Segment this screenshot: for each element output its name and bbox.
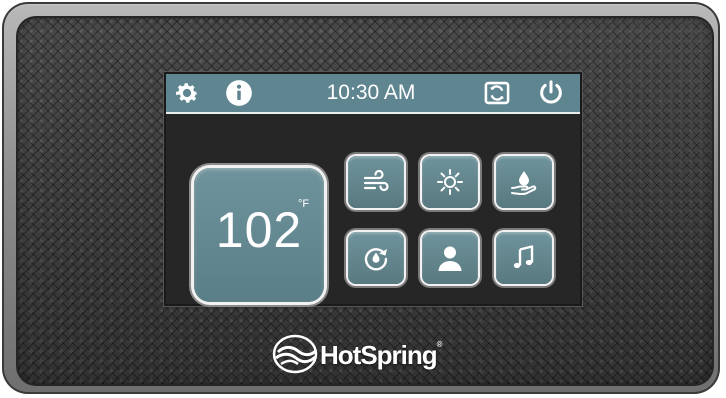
- brand-name-text: HotSpring: [320, 340, 438, 370]
- brand-name: HotSpring®: [320, 340, 443, 371]
- info-icon[interactable]: [224, 78, 254, 108]
- hotspring-logo: HotSpring®: [272, 334, 468, 374]
- refresh-icon[interactable]: [482, 78, 512, 108]
- clean-cycle-button[interactable]: [348, 232, 404, 284]
- wind-icon: [363, 169, 389, 192]
- music-note-icon: [513, 245, 534, 269]
- clock-time: 10:30 AM: [326, 81, 416, 104]
- hotspring-swirl-icon: [272, 334, 318, 374]
- sun-icon: [437, 169, 463, 195]
- control-panel: 10:30 AM °F 102 HotSpring®: [16, 16, 714, 386]
- jets-button[interactable]: [348, 156, 404, 208]
- user-icon: [438, 246, 462, 271]
- power-icon[interactable]: [536, 78, 566, 108]
- brand-reg-mark: ®: [436, 340, 443, 349]
- water-care-button[interactable]: [496, 156, 552, 208]
- user-button[interactable]: [422, 232, 478, 284]
- control-panel-bezel: 10:30 AM °F 102 HotSpring®: [2, 2, 720, 394]
- light-button[interactable]: [422, 156, 478, 208]
- gear-icon[interactable]: [172, 78, 202, 108]
- cycle-drop-icon: [364, 248, 388, 271]
- temperature-value: 102: [215, 202, 303, 258]
- water-drop-hand-icon: [511, 171, 537, 196]
- temperature-tile[interactable]: °F 102: [194, 168, 324, 302]
- top-bar: 10:30 AM: [166, 74, 580, 114]
- touch-screen: 10:30 AM °F 102: [164, 72, 582, 306]
- music-button[interactable]: [496, 232, 552, 284]
